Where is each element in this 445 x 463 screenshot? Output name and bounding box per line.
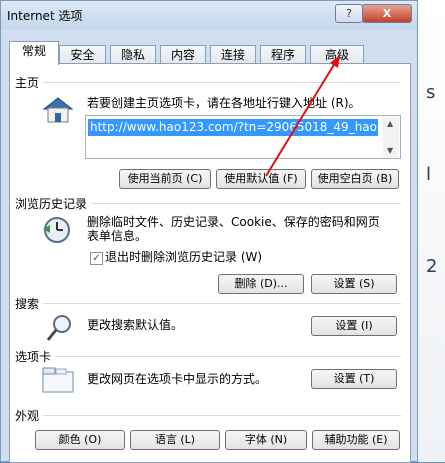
tab-general[interactable]: 常规 (9, 41, 59, 65)
red-arrow-annotation (265, 55, 340, 177)
